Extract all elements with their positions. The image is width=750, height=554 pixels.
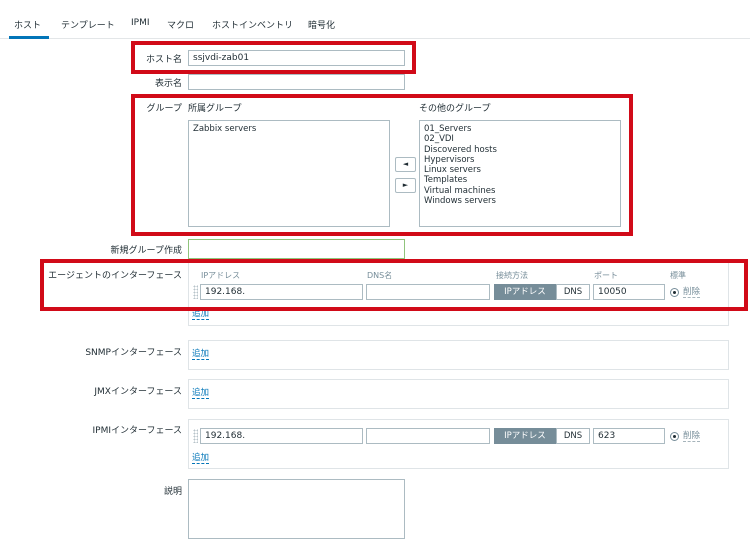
move-left-button[interactable]: ◄ [395,157,416,172]
agent-connect-ip-button[interactable]: IPアドレス [494,284,556,300]
list-item[interactable]: Linux servers [424,165,616,175]
new-group-input[interactable] [188,239,405,259]
list-item[interactable]: Windows servers [424,196,616,206]
column-port: ポート [594,271,618,280]
tab-templates[interactable]: テンプレート [61,18,115,31]
column-dns-name: DNS名 [367,271,393,280]
agent-dns-input[interactable] [366,284,490,300]
ipmi-port-input[interactable]: 623 [593,428,665,444]
agent-connect-dns-button[interactable]: DNS [556,284,590,300]
snmp-interfaces-box [188,340,729,370]
display-name-input[interactable] [188,74,405,90]
snmp-interfaces-label: SNMPインターフェース [85,348,182,358]
hostname-label: ホスト名 [145,55,182,65]
description-label: 説明 [163,487,182,497]
ipmi-ip-input[interactable]: 192.168. [200,428,363,444]
snmp-add-link[interactable]: 追加 [192,349,210,360]
groups-label: グループ [146,104,182,114]
ipmi-add-link[interactable]: 追加 [192,453,210,464]
agent-remove-link[interactable]: 削除 [683,287,701,298]
list-item[interactable]: 02_VDI [424,134,616,144]
list-item[interactable]: Templates [424,175,616,185]
ipmi-interfaces-box [188,419,729,469]
ipmi-remove-link[interactable]: 削除 [683,431,701,442]
tab-host[interactable]: ホスト [14,18,41,31]
jmx-add-link[interactable]: 追加 [192,388,210,399]
hostname-input[interactable]: ssjvdi-zab01 [188,50,405,66]
other-groups-heading: その他のグループ [419,104,491,114]
drag-handle-icon[interactable] [193,285,198,299]
agent-port-input[interactable]: 10050 [593,284,665,300]
list-item[interactable]: Discovered hosts [424,145,616,155]
tab-bar: ホスト テンプレート IPMI マクロ ホストインベントリ 暗号化 [0,10,750,39]
list-item[interactable]: Zabbix servers [193,124,385,134]
active-tab-indicator [9,36,49,39]
jmx-interfaces-label: JMXインターフェース [94,387,182,397]
tab-encryption[interactable]: 暗号化 [308,18,335,31]
ipmi-interfaces-label: IPMIインターフェース [92,426,182,436]
list-item[interactable]: Hypervisors [424,155,616,165]
new-group-label: 新規グループ作成 [110,246,182,256]
agent-default-radio[interactable] [670,288,679,297]
list-item[interactable]: 01_Servers [424,124,616,134]
column-connect-to: 接続方法 [496,271,528,280]
member-groups-list[interactable]: Zabbix servers [188,120,390,227]
jmx-interfaces-box [188,379,729,409]
ipmi-default-radio[interactable] [670,432,679,441]
tab-host-inventory[interactable]: ホストインベントリ [212,18,293,31]
ipmi-connect-dns-button[interactable]: DNS [556,428,590,444]
move-right-button[interactable]: ► [395,178,416,193]
column-ip-address: IPアドレス [201,271,241,280]
agent-add-link[interactable]: 追加 [192,309,210,320]
display-name-label: 表示名 [154,79,182,89]
description-textarea[interactable] [188,479,405,539]
agent-ip-input[interactable]: 192.168. [200,284,363,300]
ipmi-connect-ip-button[interactable]: IPアドレス [494,428,556,444]
tab-ipmi[interactable]: IPMI [131,18,150,28]
other-groups-list[interactable]: 01_Servers 02_VDI Discovered hosts Hyper… [419,120,621,227]
column-default: 標準 [670,271,686,280]
member-groups-heading: 所属グループ [188,104,242,114]
agent-interfaces-label: エージェントのインターフェース [48,271,182,281]
drag-handle-icon[interactable] [193,429,198,443]
tab-macros[interactable]: マクロ [167,18,194,31]
ipmi-dns-input[interactable] [366,428,490,444]
list-item[interactable]: Virtual machines [424,186,616,196]
